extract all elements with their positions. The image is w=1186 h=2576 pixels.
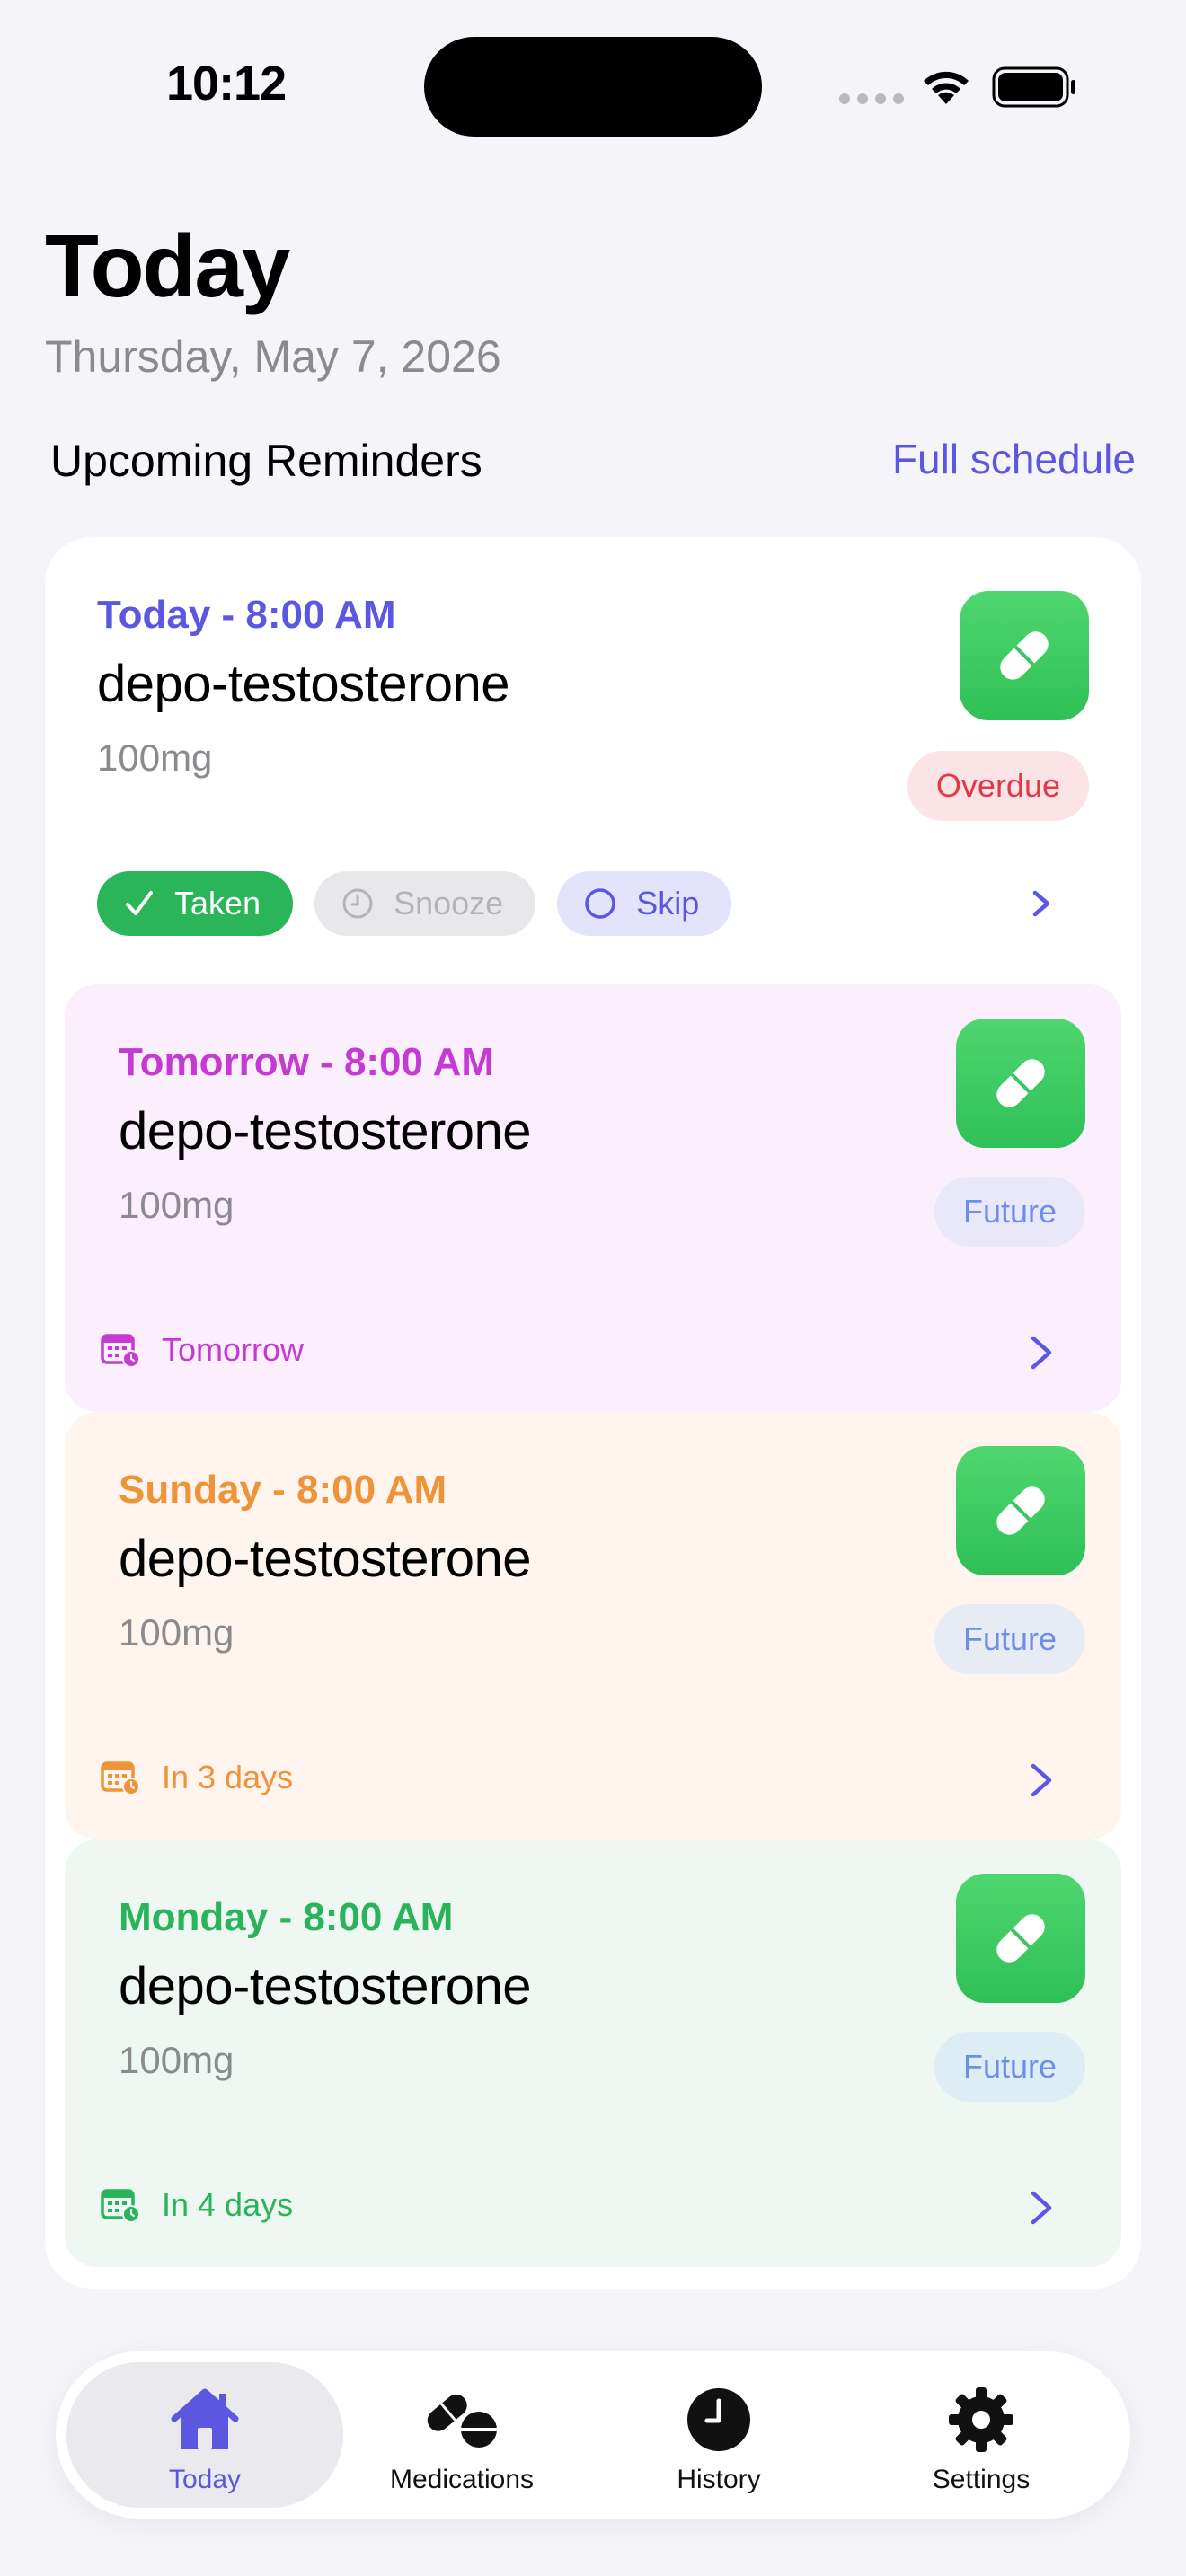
snooze-button[interactable]: Snooze [314,871,536,936]
house-icon [171,2388,239,2449]
status-bar: 10:12 [0,0,1186,180]
medication-dose: 100mg [119,2039,235,2081]
tab-today[interactable]: Today [66,2362,343,2508]
when-label: Tomorrow [162,1331,305,1368]
when-label: In 4 days [162,2186,294,2223]
medication-name: depo-testosterone [119,1530,532,1588]
medication-name: depo-testosterone [97,655,510,713]
tab-bar: Today Medications History Settings [56,2351,1130,2519]
skip-button[interactable]: Skip [557,871,732,936]
medication-name: depo-testosterone [119,1102,532,1160]
chevron-right-icon[interactable] [1028,1748,1055,1813]
status-time: 10:12 [166,57,287,110]
pill-tile [956,1446,1085,1575]
tab-settings[interactable]: Settings [843,2362,1120,2508]
reminder-time: Monday - 8:00 AM [119,1895,454,1939]
reminder-time: Tomorrow - 8:00 AM [119,1040,495,1084]
calendar-clock-icon [101,1334,140,1368]
status-badge: Overdue [907,751,1089,821]
chevron-right-icon[interactable] [1028,871,1055,936]
pill-icon [996,1486,1045,1535]
pill-tile [956,1019,1085,1148]
when-indicator: Tomorrow [101,1331,304,1369]
reminder-card-monday[interactable]: Monday - 8:00 AM depo-testosterone 100mg… [65,1839,1121,2267]
battery-icon [992,66,1075,108]
chevron-right-icon[interactable] [1028,1320,1055,1385]
pills-icon [427,2395,497,2448]
status-badge: Future [934,2032,1085,2102]
when-indicator: In 4 days [101,2186,293,2224]
cellular-signal-icon [839,93,904,104]
tab-label: Settings [932,2465,1031,2494]
reminder-time: Sunday - 8:00 AM [119,1468,447,1512]
skip-label: Skip [636,885,700,922]
snooze-label: Snooze [394,885,504,922]
reminder-list: Today - 8:00 AM depo-testosterone 100mg … [45,537,1141,2289]
pill-icon [1000,631,1049,680]
tab-medications[interactable]: Medications [323,2362,600,2508]
pill-icon [996,1059,1045,1107]
taken-label: Taken [174,885,261,922]
medication-dose: 100mg [119,1184,235,1226]
reminder-card-today[interactable]: Today - 8:00 AM depo-testosterone 100mg … [45,537,1141,986]
tab-label: Today [168,2465,242,2494]
clock-icon [687,2388,750,2451]
reminder-card-sunday[interactable]: Sunday - 8:00 AM depo-testosterone 100mg… [65,1412,1121,1839]
checkmark-icon [126,891,153,915]
page-title: Today [45,216,290,315]
circle-icon [585,888,615,919]
page-date: Thursday, May 7, 2026 [45,331,501,382]
tab-label: Medications [389,2465,535,2494]
chevron-right-icon[interactable] [1028,2175,1055,2240]
when-indicator: In 3 days [101,1759,293,1796]
medication-dose: 100mg [119,1611,235,1654]
today-screen: 10:12 Today Thursday, May 7, 2026 Upcomi… [0,0,1186,2576]
taken-button[interactable]: Taken [97,871,294,936]
full-schedule-link[interactable]: Full schedule [892,435,1136,483]
medication-dose: 100mg [97,737,213,779]
section-title: Upcoming Reminders [50,436,482,486]
tab-history[interactable]: History [580,2362,857,2508]
pill-tile [960,591,1089,720]
tab-label: History [677,2465,761,2494]
pill-tile [956,1874,1085,2003]
status-badge: Future [934,1604,1085,1674]
calendar-clock-icon [101,2189,140,2223]
reminder-card-tomorrow[interactable]: Tomorrow - 8:00 AM depo-testosterone 100… [65,984,1121,1412]
wifi-icon [924,71,969,104]
action-row: Taken Snooze Skip [97,871,732,936]
status-badge: Future [934,1177,1085,1247]
medication-name: depo-testosterone [119,1957,532,2016]
clock-icon [342,888,373,919]
pill-icon [996,1914,1045,1963]
reminder-time: Today - 8:00 AM [97,593,396,637]
calendar-clock-icon [101,1761,140,1795]
when-label: In 3 days [162,1759,294,1795]
gear-icon [949,2387,1013,2452]
dynamic-island [424,37,762,137]
